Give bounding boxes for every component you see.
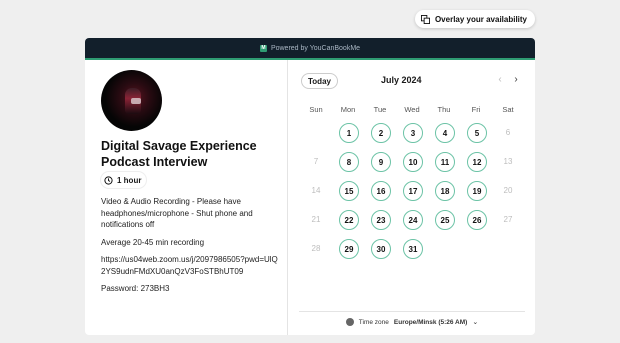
calendar-day[interactable]: 22 xyxy=(339,210,359,230)
calendar-day[interactable]: 26 xyxy=(467,210,487,230)
timezone-bar[interactable]: Time zone Europe/Minsk (5:26 AM) ⌄ xyxy=(299,311,525,332)
calendar-day[interactable]: 3 xyxy=(403,123,423,143)
chevron-down-icon: ⌄ xyxy=(472,319,479,326)
calendar-day[interactable]: 12 xyxy=(467,152,487,172)
youcanbookme-logo-icon: M xyxy=(259,44,267,52)
password-line: Password: 273BH3 xyxy=(101,284,170,293)
calendar-day: 7 xyxy=(313,156,319,166)
calendar-day[interactable]: 4 xyxy=(435,123,455,143)
calendar-day[interactable]: 17 xyxy=(403,181,423,201)
calendar-day: 27 xyxy=(503,214,513,224)
host-avatar xyxy=(101,70,162,131)
calendar-day[interactable]: 10 xyxy=(403,152,423,172)
weekday-label: Tue xyxy=(373,105,387,114)
calendar-day[interactable]: 31 xyxy=(403,239,423,259)
calendar-day: 14 xyxy=(311,185,321,195)
timezone-select[interactable]: Europe/Minsk (5:26 AM) xyxy=(394,319,467,326)
calendar-day[interactable]: 30 xyxy=(371,239,391,259)
description-line: Video & Audio Recording - Please have he… xyxy=(101,197,253,229)
previous-month-icon[interactable]: ‹ xyxy=(494,74,506,86)
weekday-label: Fri xyxy=(471,105,481,114)
calendar-day[interactable]: 15 xyxy=(339,181,359,201)
timezone-label: Time zone xyxy=(358,318,389,326)
calendar-day[interactable]: 16 xyxy=(371,181,391,201)
calendar-day: 20 xyxy=(503,185,513,195)
globe-icon xyxy=(345,318,354,326)
calendar-day: 13 xyxy=(503,156,513,166)
today-button[interactable]: Today xyxy=(301,73,338,89)
calendar-header: Today July 2024 ‹ › xyxy=(289,73,535,89)
calendar-day[interactable]: 23 xyxy=(371,210,391,230)
duration-badge: 1 hour xyxy=(101,172,147,188)
event-description: Video & Audio Recording - Please have he… xyxy=(101,196,279,301)
overlay-icon xyxy=(420,14,430,24)
overlay-availability-button[interactable]: Overlay your availability xyxy=(414,10,535,28)
weekday-label: Wed xyxy=(404,105,420,114)
weekday-label: Thu xyxy=(437,105,451,114)
powered-by-label: Powered by YouCanBookMe xyxy=(270,44,361,52)
calendar-day: 28 xyxy=(311,243,321,253)
booking-card: M Powered by YouCanBookMe Digital Savage… xyxy=(85,38,535,335)
calendar-day[interactable]: 1 xyxy=(339,123,359,143)
next-month-icon[interactable]: › xyxy=(510,74,522,86)
calendar-day[interactable]: 25 xyxy=(435,210,455,230)
event-title: Digital Savage Experience Podcast Interv… xyxy=(101,139,257,169)
calendar-day[interactable]: 8 xyxy=(339,152,359,172)
calendar-day[interactable]: 11 xyxy=(435,152,455,172)
calendar-day: 6 xyxy=(505,127,511,137)
calendar-day[interactable]: 2 xyxy=(371,123,391,143)
zoom-link: https://us04web.zoom.us/j/2097986505?pwd… xyxy=(101,255,278,276)
calendar-day[interactable]: 29 xyxy=(339,239,359,259)
month-title: July 2024 xyxy=(381,75,422,85)
calendar-day[interactable]: 24 xyxy=(403,210,423,230)
calendar-day[interactable]: 5 xyxy=(467,123,487,143)
clock-icon xyxy=(104,175,113,185)
weekday-label: Mon xyxy=(340,105,356,114)
description-line: Average 20-45 min recording xyxy=(101,237,205,247)
calendar-day[interactable]: 19 xyxy=(467,181,487,201)
calendar-day[interactable]: 18 xyxy=(435,181,455,201)
weekday-label: Sun xyxy=(309,105,323,114)
duration-label: 1 hour xyxy=(117,175,142,185)
calendar-day[interactable]: 9 xyxy=(371,152,391,172)
event-details-panel: Digital Savage Experience Podcast Interv… xyxy=(85,60,288,335)
powered-by-bar[interactable]: M Powered by YouCanBookMe xyxy=(85,38,535,60)
overlay-availability-label: Overlay your availability xyxy=(434,14,527,24)
weekday-label: Sat xyxy=(502,105,514,114)
calendar-panel: Today July 2024 ‹ › Sun Mon Tue Wed Thu Fri Sa… xyxy=(289,60,535,335)
calendar-day: 21 xyxy=(311,214,321,224)
